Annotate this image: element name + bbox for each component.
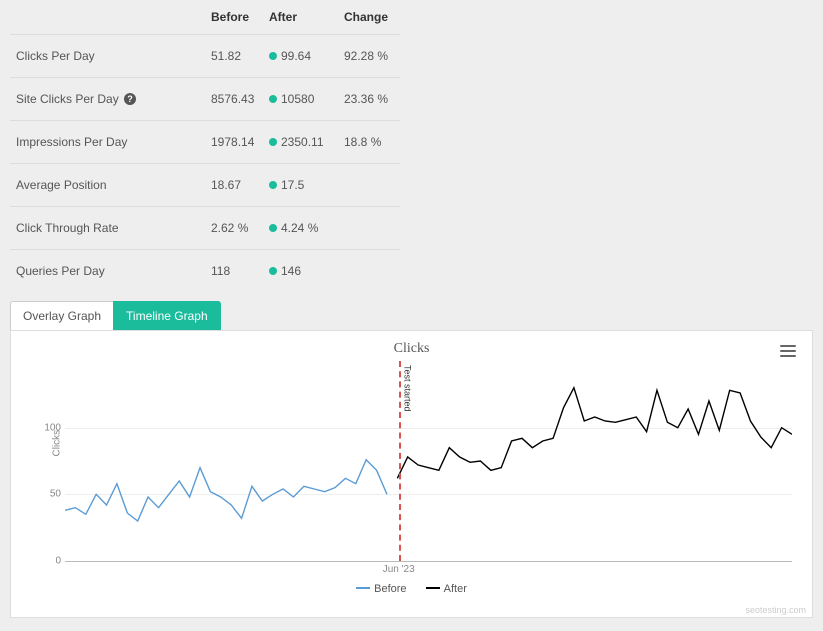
table-row: Impressions Per Day1978.142350.1118.8 % (10, 121, 400, 164)
change-value (338, 207, 400, 250)
chart-panel: Clicks Clicks 050100Test startedJun '23 … (10, 330, 813, 618)
y-tick-label: 0 (37, 556, 61, 567)
test-started-label: Test started (403, 365, 413, 412)
y-tick-label: 50 (37, 489, 61, 500)
before-value: 118 (205, 250, 263, 293)
chart-lines (65, 361, 792, 561)
test-start-divider (399, 361, 401, 561)
metrics-table: Before After Change Clicks Per Day51.829… (10, 0, 400, 292)
change-value: 92.28 % (338, 35, 400, 78)
metric-name: Site Clicks Per Day ? (10, 78, 205, 121)
before-value: 8576.43 (205, 78, 263, 121)
after-value: 4.24 % (263, 207, 338, 250)
grid-line (65, 561, 792, 562)
chart-menu-icon[interactable] (780, 345, 796, 359)
table-row: Clicks Per Day51.8299.6492.28 % (10, 35, 400, 78)
after-value: 17.5 (263, 164, 338, 207)
help-icon[interactable]: ? (124, 93, 136, 105)
metric-name: Clicks Per Day (10, 35, 205, 78)
legend-before[interactable]: Before (356, 583, 409, 595)
before-value: 2.62 % (205, 207, 263, 250)
change-value: 23.36 % (338, 78, 400, 121)
plot-area: Clicks 050100Test startedJun '23 (65, 361, 792, 561)
status-dot-icon (269, 267, 277, 275)
x-tick-label: Jun '23 (383, 564, 415, 575)
col-before: Before (205, 0, 263, 35)
status-dot-icon (269, 95, 277, 103)
y-tick-label: 100 (37, 422, 61, 433)
after-value: 2350.11 (263, 121, 338, 164)
chart-title: Clicks (25, 341, 798, 357)
change-value: 18.8 % (338, 121, 400, 164)
watermark: seotesting.com (745, 605, 806, 615)
table-row: Queries Per Day118146 (10, 250, 400, 293)
col-change: Change (338, 0, 400, 35)
legend-after[interactable]: After (426, 583, 467, 595)
tab-timeline-graph[interactable]: Timeline Graph (113, 301, 221, 331)
after-value: 99.64 (263, 35, 338, 78)
before-value: 18.67 (205, 164, 263, 207)
metric-name: Queries Per Day (10, 250, 205, 293)
col-metric (10, 0, 205, 35)
before-value: 1978.14 (205, 121, 263, 164)
change-value (338, 250, 400, 293)
metric-name: Average Position (10, 164, 205, 207)
table-row: Site Clicks Per Day ?8576.431058023.36 % (10, 78, 400, 121)
before-value: 51.82 (205, 35, 263, 78)
after-value: 10580 (263, 78, 338, 121)
table-row: Click Through Rate2.62 %4.24 % (10, 207, 400, 250)
status-dot-icon (269, 181, 277, 189)
metric-name: Impressions Per Day (10, 121, 205, 164)
chart-legend: Before After (25, 583, 798, 595)
y-axis-label: Clicks (52, 430, 63, 457)
tab-overlay-graph[interactable]: Overlay Graph (10, 301, 113, 331)
change-value (338, 164, 400, 207)
status-dot-icon (269, 52, 277, 60)
metric-name: Click Through Rate (10, 207, 205, 250)
after-value: 146 (263, 250, 338, 293)
graph-tabs: Overlay GraphTimeline Graph (10, 300, 813, 330)
table-row: Average Position18.6717.5 (10, 164, 400, 207)
status-dot-icon (269, 224, 277, 232)
status-dot-icon (269, 138, 277, 146)
col-after: After (263, 0, 338, 35)
